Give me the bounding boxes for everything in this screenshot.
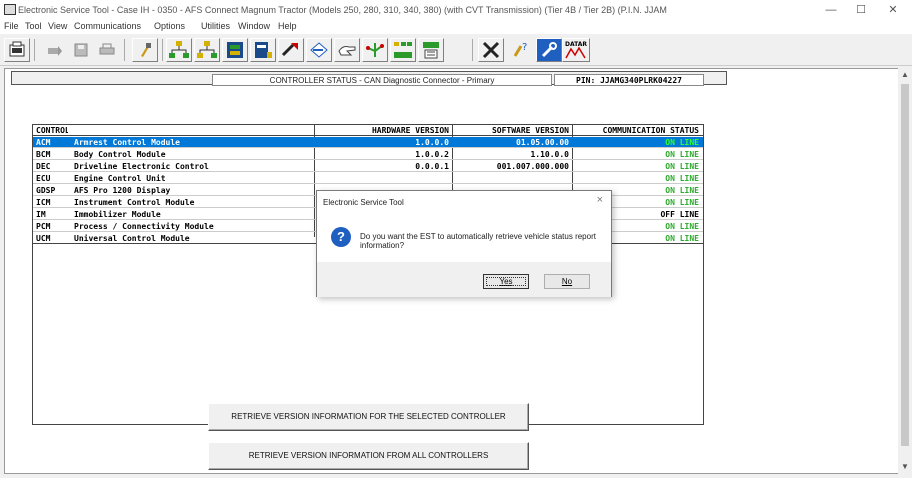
row-code: ECU	[36, 174, 51, 183]
toolbar: ? DATAR	[0, 34, 912, 66]
group-icon[interactable]	[390, 38, 416, 62]
hand-icon[interactable]	[334, 38, 360, 62]
row-name: Engine Control Unit	[74, 174, 166, 183]
dialog-title: Electronic Service Tool	[323, 198, 404, 207]
menu-tool[interactable]: Tool	[25, 21, 42, 31]
row-status: ON LINE	[665, 138, 699, 147]
vertical-scrollbar[interactable]: ▲ ▼	[898, 68, 912, 474]
est-app-icon	[4, 4, 16, 15]
title-bar: Electronic Service Tool - Case IH - 0350…	[0, 0, 912, 20]
module-icon[interactable]	[222, 38, 248, 62]
status-header: CONTROLLER STATUS - CAN Diagnostic Conne…	[11, 71, 727, 86]
row-code: ACM	[36, 138, 51, 147]
column-header-hardware[interactable]: HARDWARE VERSION	[317, 125, 452, 136]
row-name: Process / Connectivity Module	[74, 222, 214, 231]
column-header-status[interactable]: COMMUNICATION STATUS	[575, 125, 701, 136]
retrieve-selected-button[interactable]: RETRIEVE VERSION INFORMATION FOR THE SEL…	[208, 403, 529, 431]
minimize-button[interactable]: —	[816, 2, 846, 18]
row-code: UCM	[36, 234, 51, 243]
scroll-up-icon[interactable]: ▲	[898, 68, 912, 82]
row-code: IM	[36, 210, 46, 219]
no-label: No	[561, 277, 573, 286]
est-logo-icon[interactable]	[4, 38, 30, 62]
row-hardware-version: 0.0.0.1	[415, 162, 449, 171]
menu-communications[interactable]: Communications	[74, 21, 141, 31]
column-header-controller[interactable]: CONTROLLER	[36, 125, 68, 136]
menu-help[interactable]: Help	[278, 21, 297, 31]
menu-view[interactable]: View	[48, 21, 67, 31]
arrow-icon[interactable]	[278, 38, 304, 62]
pin-label: PIN: JJAMG340PLRK04227	[554, 74, 704, 86]
table-row[interactable]: DEC Driveline Electronic Control 0.0.0.1…	[33, 161, 703, 172]
row-code: DEC	[36, 162, 51, 171]
datar-label: DATAR	[565, 41, 587, 48]
row-software-version: 1.10.0.0	[530, 150, 569, 159]
tool-icon[interactable]	[132, 38, 158, 62]
network-icon[interactable]	[166, 38, 192, 62]
yes-label: Yes	[499, 277, 513, 286]
window-title: Electronic Service Tool - Case IH - 0350…	[18, 5, 667, 15]
save-icon[interactable]	[68, 38, 94, 62]
row-code: ICM	[36, 198, 51, 207]
settings-wrench-icon[interactable]	[536, 38, 562, 62]
maximize-button[interactable]: ☐	[846, 2, 876, 18]
tree-icon[interactable]	[362, 38, 388, 62]
question-icon: ?	[331, 227, 351, 247]
row-name: Driveline Electronic Control	[74, 162, 209, 171]
table-row[interactable]: ACM Armrest Control Module 1.0.0.0 01.05…	[33, 137, 703, 148]
status-label: CONTROLLER STATUS - CAN Diagnostic Conne…	[212, 74, 552, 86]
row-name: Instrument Control Module	[74, 198, 195, 207]
options-icon[interactable]	[418, 38, 444, 62]
diamond-arrow-icon[interactable]	[306, 38, 332, 62]
menu-utilities[interactable]: Utilities	[201, 21, 230, 31]
dialog-footer: Yes No	[317, 262, 611, 297]
row-software-version: 001.007.000.000	[496, 162, 569, 171]
help-tool-icon[interactable]: ?	[508, 38, 534, 62]
row-code: GDSP	[36, 186, 56, 195]
wrench-cross-icon[interactable]	[478, 38, 504, 62]
row-status: ON LINE	[665, 162, 699, 171]
dialog-message: Do you want the EST to automatically ret…	[360, 232, 596, 250]
menu-bar: File Tool View Communications Options Ut…	[0, 20, 912, 34]
row-code: PCM	[36, 222, 51, 231]
menu-file[interactable]: File	[4, 21, 19, 31]
row-status: ON LINE	[665, 174, 699, 183]
table-row[interactable]: BCM Body Control Module 1.0.0.2 1.10.0.0…	[33, 149, 703, 160]
connect-icon[interactable]	[42, 38, 68, 62]
confirm-dialog: Electronic Service Tool × ? Do you want …	[316, 190, 612, 297]
table-row[interactable]: ECU Engine Control Unit ON LINE	[33, 173, 703, 184]
yes-button[interactable]: Yes	[483, 274, 529, 289]
menu-options[interactable]: Options	[154, 21, 185, 31]
row-name: Immobilizer Module	[74, 210, 161, 219]
close-button[interactable]: ✕	[878, 2, 908, 18]
module-alt-icon[interactable]	[250, 38, 276, 62]
scroll-down-icon[interactable]: ▼	[898, 460, 912, 474]
table-header: CONTROLLER HARDWARE VERSION SOFTWARE VER…	[33, 125, 703, 136]
menu-window[interactable]: Window	[238, 21, 270, 31]
row-software-version: 01.05.00.00	[516, 138, 569, 147]
row-status: ON LINE	[665, 150, 699, 159]
network-alt-icon[interactable]	[194, 38, 220, 62]
scrollbar-thumb[interactable]	[901, 84, 909, 446]
datar-icon[interactable]: DATAR	[562, 38, 590, 62]
column-header-software[interactable]: SOFTWARE VERSION	[455, 125, 572, 136]
svg-text:?: ?	[522, 42, 527, 53]
row-hardware-version: 1.0.0.0	[415, 138, 449, 147]
row-name: Armrest Control Module	[74, 138, 180, 147]
dialog-close-icon[interactable]: ×	[597, 194, 603, 206]
row-name: AFS Pro 1200 Display	[74, 186, 171, 195]
retrieve-all-button[interactable]: RETRIEVE VERSION INFORMATION FROM ALL CO…	[208, 442, 529, 470]
print-icon[interactable]	[94, 38, 120, 62]
row-hardware-version: 1.0.0.2	[415, 150, 449, 159]
row-name: Universal Control Module	[74, 234, 190, 243]
no-button[interactable]: No	[544, 274, 590, 289]
row-code: BCM	[36, 150, 51, 159]
row-name: Body Control Module	[74, 150, 166, 159]
